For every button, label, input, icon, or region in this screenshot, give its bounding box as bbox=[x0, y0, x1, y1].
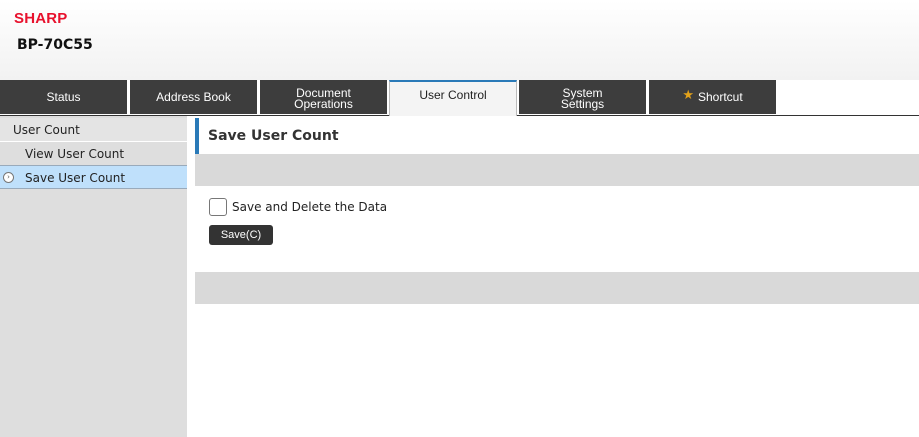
tab-user-control[interactable]: User Control bbox=[389, 80, 517, 116]
sidebar-item-user-count[interactable]: User Count bbox=[0, 118, 187, 142]
header: SHARP BP-70C55 bbox=[0, 0, 919, 80]
tab-document-operations[interactable]: Document Operations bbox=[260, 80, 387, 114]
tab-label: Address Book bbox=[156, 89, 231, 104]
sidebar: User Count View User Count › Save User C… bbox=[0, 116, 187, 437]
save-button[interactable]: Save(C) bbox=[209, 225, 273, 245]
button-band-top bbox=[195, 154, 919, 186]
tab-system-settings[interactable]: System Settings bbox=[519, 80, 646, 114]
checkbox-label: Save and Delete the Data bbox=[232, 200, 388, 214]
button-band-bottom bbox=[195, 272, 919, 304]
sidebar-item-view-user-count[interactable]: View User Count bbox=[0, 142, 187, 166]
tab-label: System Settings bbox=[560, 86, 605, 111]
tab-label: Status bbox=[46, 89, 81, 104]
tab-shortcut[interactable]: ★ Shortcut bbox=[649, 80, 776, 114]
save-and-delete-checkbox[interactable] bbox=[209, 198, 227, 216]
chevron-right-icon: › bbox=[3, 172, 14, 183]
tab-label: Document Operations bbox=[294, 86, 353, 111]
star-icon: ★ bbox=[682, 86, 694, 102]
sidebar-item-label: View User Count bbox=[25, 147, 125, 161]
sharp-logo: SHARP bbox=[14, 10, 68, 27]
tab-address-book[interactable]: Address Book bbox=[130, 80, 257, 114]
model-name: BP-70C55 bbox=[17, 37, 93, 53]
tab-label: Shortcut bbox=[697, 89, 743, 104]
tab-label: User Control bbox=[419, 87, 487, 102]
sidebar-item-save-user-count[interactable]: › Save User Count bbox=[0, 165, 187, 189]
main-tab-bar: Status Address Book Document Operations … bbox=[0, 80, 919, 116]
main-content: Save User Count Save and Delete the Data… bbox=[195, 116, 919, 437]
page-title: Save User Count bbox=[195, 118, 919, 154]
sidebar-item-label: Save User Count bbox=[25, 171, 126, 185]
tab-status[interactable]: Status bbox=[0, 80, 127, 114]
